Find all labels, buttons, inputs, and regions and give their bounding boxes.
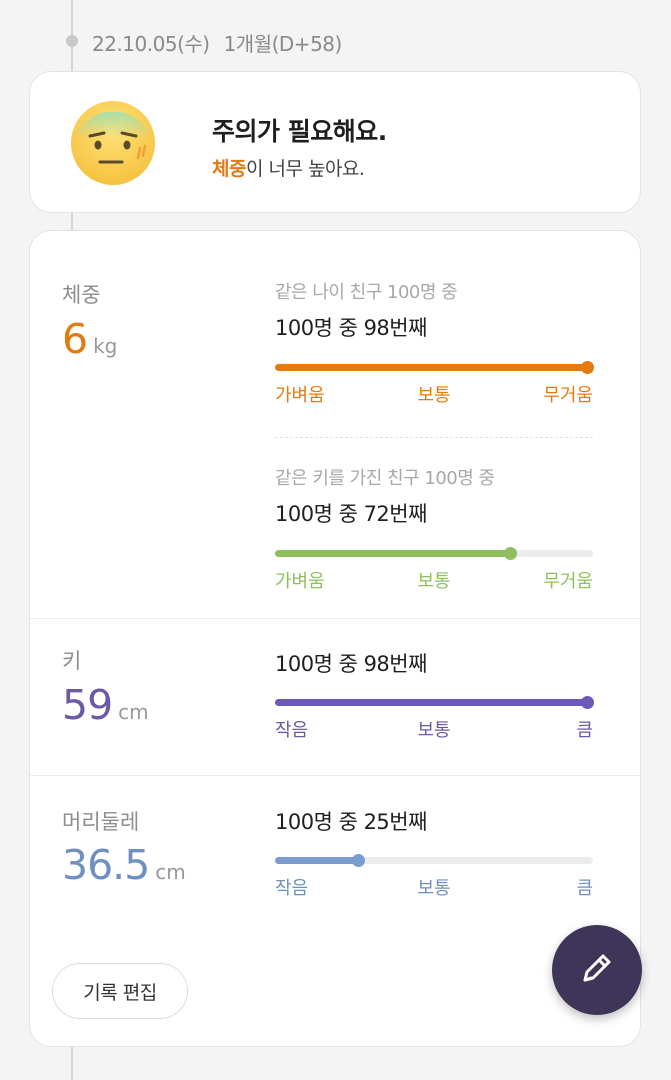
scale-low: 가벼움 [275, 385, 325, 406]
weight-height-caption: 같은 키를 가진 친구 100명 중 [275, 468, 495, 489]
scale-low: 작음 [275, 720, 309, 741]
scale-mid: 보통 [417, 571, 451, 592]
scale-high: 무거움 [543, 571, 593, 592]
weight-age-caption: 같은 나이 친구 100명 중 [275, 282, 458, 303]
height-bar [275, 696, 594, 709]
weight-number: 6 [62, 315, 88, 363]
height-rank: 100명 중 98번째 [275, 652, 427, 676]
scale-mid: 보통 [417, 878, 451, 899]
weight-unit: kg [93, 334, 118, 358]
height-section: 키 59 cm 100명 중 98번째 작음 보통 큼 [30, 619, 640, 776]
head-rank: 100명 중 25번째 [275, 810, 427, 834]
height-label: 키 [62, 649, 82, 673]
pencil-icon [577, 948, 617, 992]
scale-mid: 보통 [417, 720, 451, 741]
head-bar [275, 854, 593, 867]
scale-mid: 보통 [417, 385, 451, 406]
alert-message-text: 이 너무 높아요. [245, 158, 365, 180]
weight-height-bar [275, 547, 593, 560]
head-bar-fill [275, 857, 358, 864]
alert-title: 주의가 필요해요. [212, 117, 387, 146]
height-value: 59 cm [62, 681, 149, 729]
weight-height-bar-fill [275, 550, 511, 557]
alert-highlight: 체중 [212, 158, 246, 180]
entry-date: 22.10.05(수) [92, 32, 210, 56]
head-circumference-section: 머리둘레 36.5 cm 100명 중 25번째 작음 보통 큼 [30, 776, 640, 976]
entry-date-header: 22.10.05(수) 1개월(D+58) [92, 28, 356, 57]
weight-age-bar-knob [580, 361, 594, 374]
head-number: 36.5 [62, 841, 150, 889]
head-label: 머리둘레 [62, 810, 140, 834]
entry-age: 1개월(D+58) [223, 32, 343, 56]
weight-age-bar-fill [275, 364, 587, 371]
height-bar-knob [580, 696, 594, 709]
growth-stats-card: 체중 6 kg 같은 나이 친구 100명 중 100명 중 98번째 가벼움 보… [29, 230, 641, 1047]
alert-message: 체중이 너무 높아요. [212, 154, 365, 181]
weight-label: 체중 [62, 283, 101, 307]
scale-high: 큼 [576, 878, 593, 899]
head-value: 36.5 cm [62, 841, 186, 889]
head-bar-knob [351, 854, 365, 867]
scale-low: 작음 [275, 878, 309, 899]
height-number: 59 [62, 681, 113, 729]
edit-fab-button[interactable] [552, 925, 642, 1015]
weight-age-rank: 100명 중 98번째 [275, 316, 427, 340]
weight-height-bar-knob [504, 547, 518, 560]
alert-card: 주의가 필요해요. 체중이 너무 높아요. [29, 71, 641, 213]
weight-height-rank: 100명 중 72번째 [275, 502, 427, 526]
weight-age-bar [275, 361, 594, 374]
edit-record-button[interactable]: 기록 편집 [52, 963, 188, 1019]
divider [275, 437, 593, 438]
scale-low: 가벼움 [275, 571, 325, 592]
head-unit: cm [155, 860, 186, 884]
height-bar-fill [275, 699, 587, 706]
weight-section: 체중 6 kg 같은 나이 친구 100명 중 100명 중 98번째 가벼움 보… [30, 231, 640, 619]
worried-face-icon [70, 100, 156, 186]
height-unit: cm [118, 700, 149, 724]
scale-high: 큼 [576, 720, 593, 741]
timeline-dot [66, 35, 78, 47]
weight-value: 6 kg [62, 315, 117, 363]
scale-high: 무거움 [543, 385, 593, 406]
